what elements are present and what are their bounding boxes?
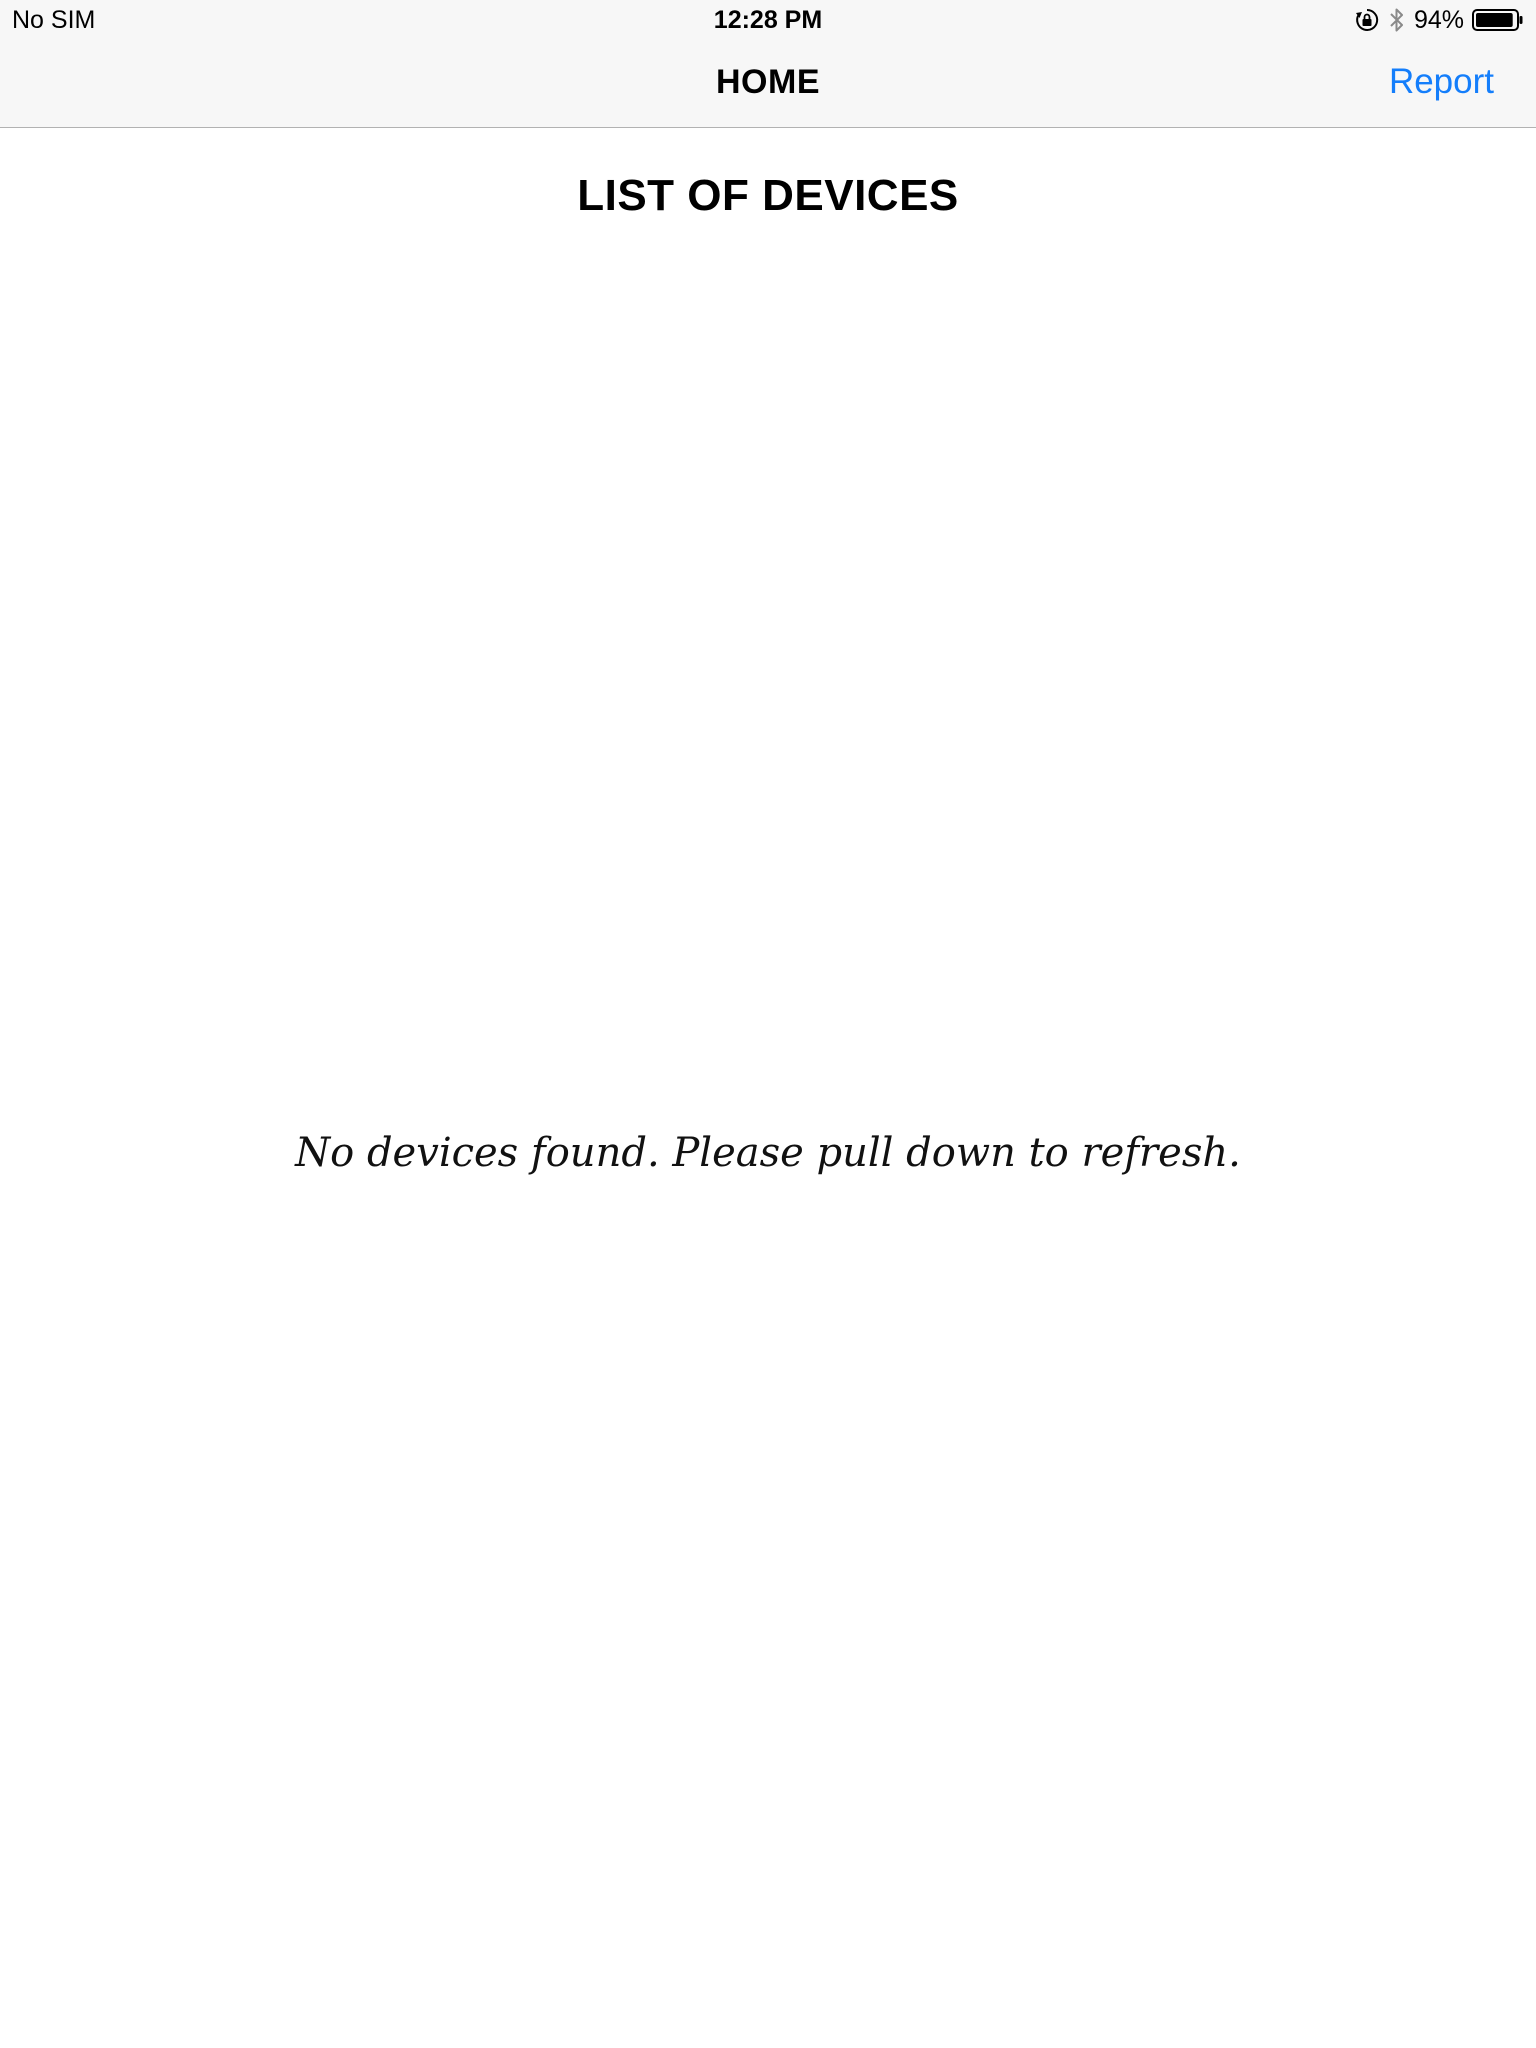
navigation-bar: HOME Report — [0, 40, 1536, 128]
battery-percent: 94% — [1413, 6, 1464, 34]
report-button[interactable]: Report — [1389, 62, 1494, 102]
orientation-lock-icon — [1354, 7, 1380, 33]
bluetooth-icon — [1388, 6, 1406, 34]
status-indicators: 94% — [1354, 5, 1524, 35]
section-title: LIST OF DEVICES — [577, 171, 959, 220]
nav-title: HOME — [716, 63, 820, 101]
status-bar: No SIM 12:28 PM 94% — [0, 0, 1536, 40]
status-time: 12:28 PM — [713, 6, 823, 34]
battery-icon — [1472, 8, 1524, 32]
empty-state-message: No devices found. Please pull down to re… — [295, 1130, 1241, 1176]
battery-fill — [1476, 13, 1513, 27]
device-list-view[interactable]: LIST OF DEVICES No devices found. Please… — [0, 128, 1536, 2048]
